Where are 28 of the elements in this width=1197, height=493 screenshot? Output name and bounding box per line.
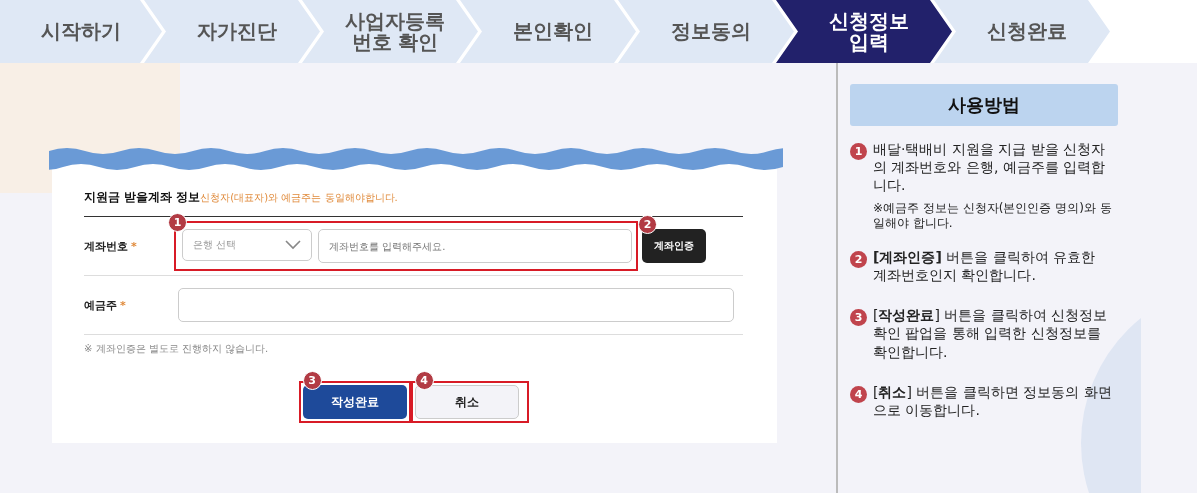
guide-text: [취소] 버튼을 클릭하면 정보동의 화면으로 이동합니다. bbox=[873, 382, 1112, 420]
guide-note: ※예금주 정보는 신청자(본인인증 명의)와 동일해야 합니다. bbox=[873, 200, 1112, 232]
account-holder-field[interactable] bbox=[178, 288, 734, 322]
callout-badge: 1 bbox=[168, 213, 187, 232]
step-number-badge: 4 bbox=[850, 385, 867, 403]
note-text: ※ 계좌인증은 별도로 진행하지 않습니다. bbox=[84, 342, 270, 356]
step-number-badge: 1 bbox=[850, 143, 867, 160]
chevron-down-icon bbox=[285, 240, 301, 250]
field-label: 예금주 bbox=[84, 298, 117, 312]
submit-button[interactable]: 작성완료 bbox=[302, 385, 407, 419]
callout-badge: 2 bbox=[638, 215, 657, 234]
required-mark: * bbox=[120, 298, 126, 312]
account-number-field[interactable]: 계좌번호를 입력해주세요. bbox=[318, 229, 632, 263]
required-mark: * bbox=[131, 239, 137, 253]
field-label: 계좌번호 bbox=[84, 239, 128, 253]
guide-text: [작성완료] 버튼을 클릭하여 신청정보 확인 팝업을 통해 입력한 신청정보를 확인합니다. bbox=[873, 306, 1109, 361]
guide-text: 배달·택배비 지원을 지급 받을 신청자의 계좌번호와 은행, 예금주를 입력합니다. bbox=[873, 140, 1107, 195]
guide-text: [계좌인증] 버튼을 클릭하여 유효한 계좌번호인지 확인합니다. bbox=[873, 247, 1097, 285]
callout-badge: 3 bbox=[302, 371, 322, 390]
guide-title: 사용방법 bbox=[850, 84, 1118, 126]
callout-badge: 4 bbox=[414, 371, 434, 390]
progress-step: 신청완료 bbox=[934, 0, 1110, 63]
section-hint: 신청자(대표자)와 예금주는 동일해야합니다. bbox=[200, 192, 398, 205]
section-title: 지원금 받을계좌 정보 bbox=[84, 189, 201, 206]
step-number-badge: 3 bbox=[850, 309, 867, 327]
verify-account-button[interactable]: 계좌인증 bbox=[642, 229, 706, 263]
step-number-badge: 2 bbox=[850, 250, 867, 268]
cancel-button[interactable]: 취소 bbox=[414, 385, 519, 419]
